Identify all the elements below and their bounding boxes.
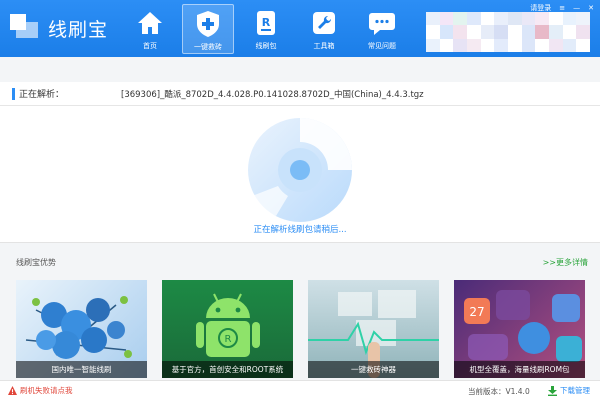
chat-bubble-icon	[367, 8, 397, 38]
parsing-filename: [369306]_酷派_8702D_4.4.028.P0.141028.8702…	[121, 89, 424, 100]
minimize-button[interactable]: —	[573, 4, 580, 12]
nav-one-click-rescue[interactable]: 一键救砖	[182, 4, 234, 54]
card-caption: 国内唯一智能线刷	[16, 361, 147, 378]
parsing-status-text: 正在解析线刷包请稍后...	[253, 225, 347, 235]
nav-home-label: 首页	[143, 42, 157, 50]
advantages-title: 线刷宝优势	[16, 258, 56, 267]
app-logo: 线刷宝	[10, 14, 108, 42]
download-icon	[548, 385, 557, 396]
download-manager-button[interactable]: 下载管理	[548, 385, 590, 396]
card-caption: 机型全覆盖，海量线刷ROM包	[454, 361, 585, 378]
version-text: 当前版本：V1.4.0	[468, 387, 530, 396]
parsing-row: 正在解析： [369306]_酷派_8702D_4.4.028.P0.14102…	[0, 82, 600, 106]
user-info-mosaic	[426, 12, 590, 52]
svg-text:R: R	[262, 16, 271, 29]
nav-faq[interactable]: 常见问题	[356, 4, 408, 54]
card-caption: 基于官方，首创安全和ROOT系统	[162, 361, 293, 378]
card-caption: 一键救砖神器	[308, 361, 439, 378]
flash-failed-link[interactable]: 刷机失败请点我	[8, 385, 73, 396]
parse-progress-area: 正在解析线刷包请稍后...	[0, 106, 600, 242]
svg-text:R: R	[225, 334, 232, 345]
app-title: 线刷宝	[48, 18, 109, 41]
parsing-label: 正在解析：	[19, 90, 65, 100]
more-details-link[interactable]: >>更多详情	[543, 257, 588, 268]
main-nav: 首页 一键救砖 R 线刷包 工具箱 常见问题	[124, 4, 414, 54]
close-button[interactable]: ✕	[588, 4, 594, 12]
rom-package-icon: R	[251, 8, 281, 38]
nav-faq-label: 常见问题	[368, 42, 396, 50]
advantage-card-smart-flash[interactable]: 国内唯一智能线刷	[16, 280, 147, 378]
login-link[interactable]: 请登录	[530, 3, 551, 13]
download-manager-label: 下载管理	[560, 386, 590, 395]
logo-mark-icon	[10, 14, 42, 42]
loading-spinner-icon	[248, 118, 352, 222]
advantage-card-one-click-rescue[interactable]: 一键救砖神器	[308, 280, 439, 378]
window-controls: 请登录 ≡ — ✕	[530, 3, 594, 13]
home-icon	[135, 8, 165, 38]
status-bar: 刷机失败请点我 当前版本：V1.4.0 下载管理	[0, 380, 600, 400]
svg-text:27: 27	[469, 305, 484, 319]
advantage-cards: 国内唯一智能线刷 R 基于官方，首创安全和ROOT系统 一键救砖神器 27 机型…	[16, 280, 585, 378]
advantage-card-full-coverage[interactable]: 27 机型全覆盖，海量线刷ROM包	[454, 280, 585, 378]
warning-icon	[8, 386, 17, 395]
nav-home[interactable]: 首页	[124, 4, 176, 54]
nav-rescue-label: 一键救砖	[194, 43, 222, 51]
plus-shield-icon	[193, 9, 223, 39]
advantage-card-official-root[interactable]: R 基于官方，首创安全和ROOT系统	[162, 280, 293, 378]
wrench-icon	[309, 8, 339, 38]
menu-icon[interactable]: ≡	[559, 4, 565, 12]
section-marker	[12, 87, 15, 100]
flash-failed-text: 刷机失败请点我	[20, 386, 73, 395]
app-header: 线刷宝 首页 一键救砖 R 线刷包 工具箱 常见问题 请登录 ≡ — ✕	[0, 0, 600, 57]
advantages-section: 线刷宝优势 >>更多详情 国内唯一智能线刷 R 基于官方，首创安全和ROOT系统…	[0, 242, 600, 380]
nav-rom-label: 线刷包	[255, 42, 277, 50]
nav-toolbox[interactable]: 工具箱	[298, 4, 350, 54]
nav-toolbox-label: 工具箱	[313, 42, 335, 50]
nav-rom-package[interactable]: R 线刷包	[240, 4, 292, 54]
